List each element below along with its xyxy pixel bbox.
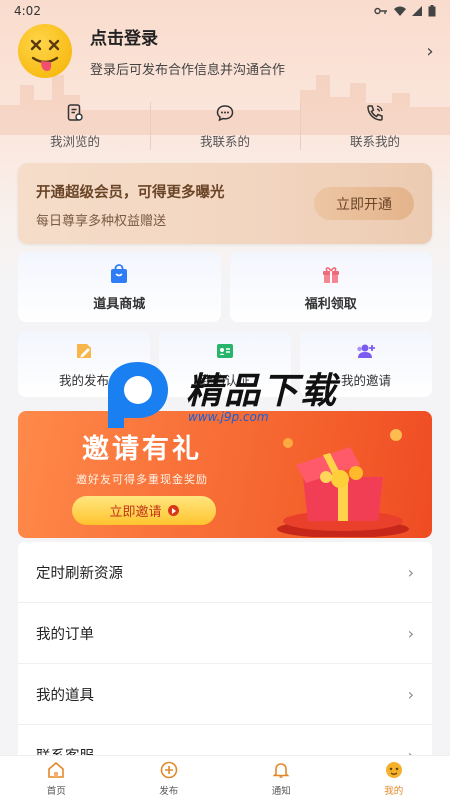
menu-item-scheduled-refresh[interactable]: 定时刷新资源 › <box>18 542 432 603</box>
tab-label: 通知 <box>271 785 291 797</box>
menu-item-props[interactable]: 我的道具 › <box>18 664 432 725</box>
chevron-right-icon[interactable]: › <box>422 41 438 62</box>
key-icon <box>374 7 387 15</box>
tab-label: 首页 <box>46 785 66 797</box>
home-icon <box>48 761 65 778</box>
menu-label: 我的订单 <box>36 626 94 643</box>
chevron-right-icon: › <box>407 623 414 643</box>
chat-icon <box>216 104 234 121</box>
phone-icon <box>367 104 383 121</box>
invite-now-button[interactable]: 立即邀请 <box>72 496 216 525</box>
invite-title: 邀请有礼 <box>82 434 202 465</box>
dizzy-face-icon <box>30 39 60 71</box>
activity-stats: 我浏览的 我联系的 联系我的 <box>0 98 450 154</box>
status-bar: 4:02 <box>0 0 450 22</box>
edit-icon <box>77 343 91 358</box>
vip-banner[interactable]: 开通超级会员，可得更多曝光 每日尊享多种权益赠送 立即开通 <box>18 163 432 244</box>
profile-icon <box>385 761 402 778</box>
id-card-icon <box>217 343 233 358</box>
shortcut-item-my-invites[interactable]: 我的邀请 <box>300 331 432 397</box>
tab-label: 发布 <box>159 785 179 797</box>
bottom-tab-bar: 首页 发布 通知 我的 <box>0 755 450 800</box>
menu-label: 定时刷新资源 <box>36 565 123 582</box>
gift-icon <box>322 266 339 283</box>
invite-banner[interactable]: 邀请有礼 邀好友可得多重现金奖励 立即邀请 <box>18 411 432 538</box>
chevron-right-icon: › <box>407 562 414 582</box>
shopping-bag-icon <box>111 263 128 283</box>
vip-subtitle: 每日尊享多种权益赠送 <box>36 214 167 229</box>
vip-open-button[interactable]: 立即开通 <box>314 187 414 220</box>
settings-menu: 定时刷新资源 › 我的订单 › 我的道具 › 联系客服 › <box>18 542 432 786</box>
shortcut-item-store[interactable]: 道具商城 <box>18 252 221 322</box>
shortcut-label: 道具商城 <box>93 296 146 312</box>
tab-notifications[interactable]: 通知 <box>225 756 338 800</box>
gift-box-illustration <box>277 429 409 537</box>
shortcut-label: 我的发布 <box>58 372 109 388</box>
battery-icon <box>428 5 436 17</box>
login-profile-row[interactable]: 点击登录 登录后可发布合作信息并沟通合作 › <box>18 20 438 82</box>
tab-publish[interactable]: 发布 <box>113 756 226 800</box>
shortcut-row-secondary: 我的发布 我的认证 我的邀请 <box>18 331 432 397</box>
shortcut-item-welfare[interactable]: 福利领取 <box>229 252 432 322</box>
shortcut-item-verification[interactable]: 我的认证 <box>159 331 291 397</box>
stat-label: 联系我的 <box>349 133 400 149</box>
browse-history-icon <box>67 103 83 121</box>
login-subtitle: 登录后可发布合作信息并沟通合作 <box>90 63 286 78</box>
stat-browsed[interactable]: 我浏览的 <box>0 98 150 154</box>
menu-item-orders[interactable]: 我的订单 › <box>18 603 432 664</box>
stat-label: 我联系的 <box>199 133 250 149</box>
shortcut-label: 我的认证 <box>199 372 250 388</box>
stat-contacted[interactable]: 我联系的 <box>150 98 300 154</box>
play-icon <box>167 505 179 516</box>
menu-label: 我的道具 <box>36 687 94 704</box>
vip-title: 开通超级会员，可得更多曝光 <box>36 185 225 201</box>
stat-contacted-me[interactable]: 联系我的 <box>300 98 450 154</box>
avatar[interactable] <box>18 24 72 78</box>
tab-label: 我的 <box>384 785 404 797</box>
stat-label: 我浏览的 <box>49 133 100 149</box>
invite-button-label: 立即邀请 <box>109 505 162 520</box>
status-time: 4:02 <box>14 4 41 18</box>
add-user-icon <box>357 344 375 358</box>
invite-subtitle: 邀好友可得多重现金奖励 <box>76 473 208 486</box>
publish-icon <box>160 761 178 778</box>
shortcut-row-primary: 道具商城 福利领取 <box>18 252 432 322</box>
status-icons <box>374 5 436 17</box>
shortcut-label: 福利领取 <box>304 296 357 312</box>
shortcut-label: 我的邀请 <box>340 372 391 388</box>
chevron-right-icon: › <box>407 684 414 704</box>
wifi-icon <box>394 6 406 16</box>
shortcut-item-my-posts[interactable]: 我的发布 <box>18 331 150 397</box>
bell-icon <box>272 762 290 778</box>
login-title[interactable]: 点击登录 <box>90 24 422 49</box>
signal-icon <box>412 6 422 16</box>
tab-home[interactable]: 首页 <box>0 756 113 800</box>
tab-profile[interactable]: 我的 <box>338 756 450 800</box>
